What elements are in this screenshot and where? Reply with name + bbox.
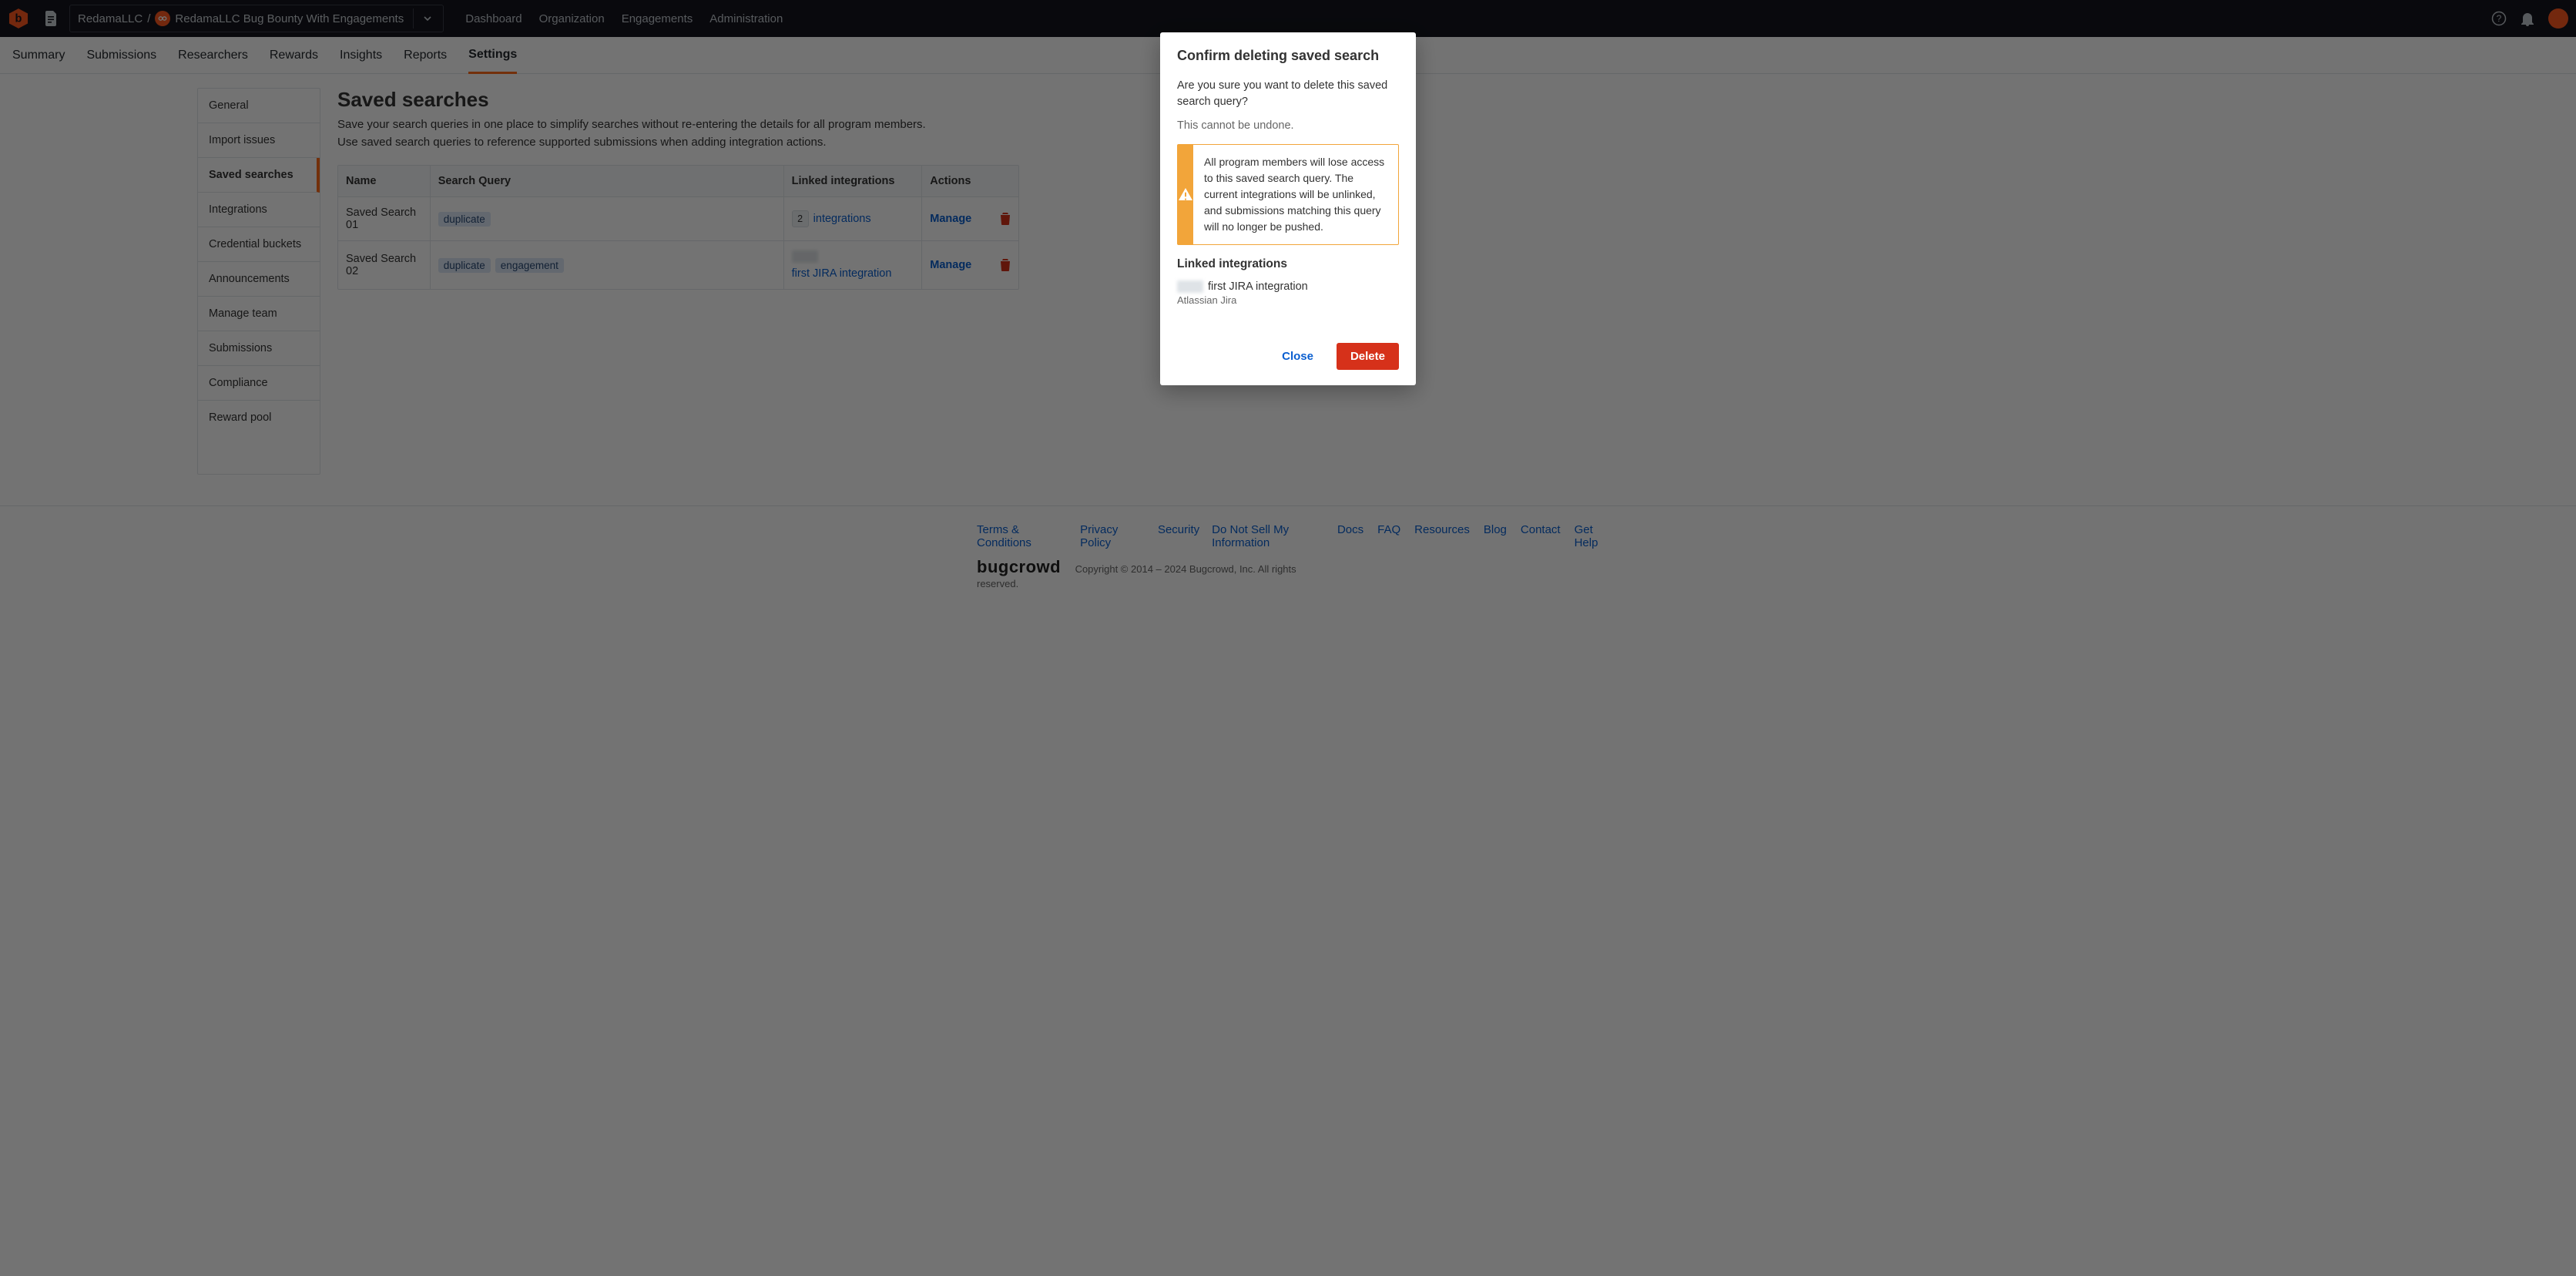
warning-text: All program members will lose access to … (1193, 145, 1398, 244)
linked-integration-item: first JIRA integration (1177, 280, 1399, 293)
linked-integration-name: first JIRA integration (1208, 280, 1308, 293)
redacted-text (1177, 280, 1203, 293)
close-button[interactable]: Close (1268, 343, 1327, 370)
confirm-delete-dialog: Confirm deleting saved search Are you su… (1160, 32, 1416, 385)
dialog-question: Are you sure you want to delete this sav… (1177, 78, 1399, 110)
dialog-title: Confirm deleting saved search (1177, 48, 1399, 64)
linked-integration-type: Atlassian Jira (1177, 294, 1399, 306)
warning-icon (1178, 145, 1193, 244)
dialog-actions: Close Delete (1177, 335, 1399, 370)
dialog-undone-text: This cannot be undone. (1177, 119, 1399, 132)
warning-alert: All program members will lose access to … (1177, 144, 1399, 245)
delete-button[interactable]: Delete (1337, 343, 1399, 370)
linked-integrations-heading: Linked integrations (1177, 257, 1399, 271)
modal-overlay[interactable]: Confirm deleting saved search Are you su… (0, 0, 2576, 1276)
